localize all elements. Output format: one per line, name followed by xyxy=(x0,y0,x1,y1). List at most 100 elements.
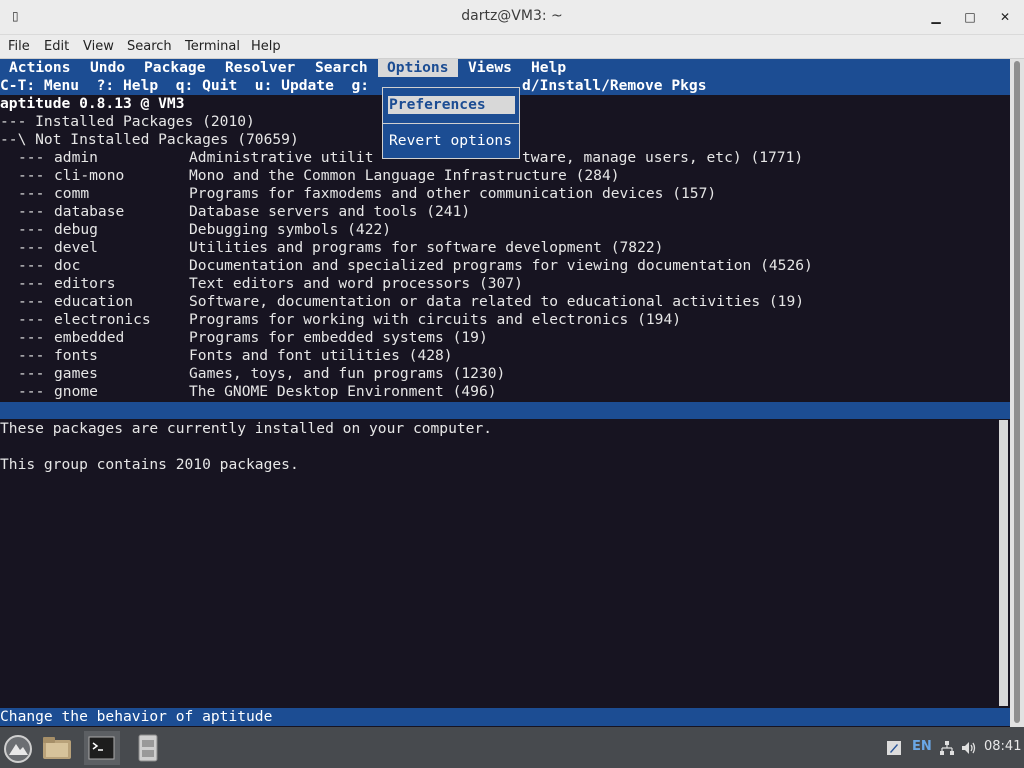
aptitude-menu-package[interactable]: Package xyxy=(144,59,206,77)
terminal-scrollbar[interactable] xyxy=(1010,59,1024,727)
maximize-button[interactable]: □ xyxy=(961,8,979,26)
aptitude-menu-undo[interactable]: Undo xyxy=(90,59,125,77)
section-desc: Utilities and programs for software deve… xyxy=(189,239,664,256)
section-desc: Administrative utilit xyxy=(189,149,374,166)
network-icon[interactable] xyxy=(939,740,955,756)
menu-item-preferences[interactable]: Preferences xyxy=(388,96,515,114)
section-name: cli-mono xyxy=(54,167,125,184)
terminal-screen[interactable]: Actions Undo Package Resolver Search Opt… xyxy=(0,59,1010,727)
list-item[interactable]: --- doc Documentation and specialized pr… xyxy=(0,257,1010,275)
menu-search[interactable]: Search xyxy=(127,39,172,54)
app-menu-icon xyxy=(4,735,32,763)
input-method-icon[interactable] xyxy=(886,740,902,756)
aptitude-menu-views[interactable]: Views xyxy=(468,59,512,77)
list-item[interactable]: --- electronics Programs for working wit… xyxy=(0,311,1010,329)
section-desc: Text editors and word processors (307) xyxy=(189,275,523,292)
list-item[interactable]: --- gnome The GNOME Desktop Environment … xyxy=(0,383,1010,401)
list-item[interactable]: --- embedded Programs for embedded syste… xyxy=(0,329,1010,347)
close-button[interactable]: ✕ xyxy=(996,8,1014,26)
tree-prefix: --- xyxy=(18,167,45,184)
terminal-menubar: File Edit View Search Terminal Help xyxy=(0,35,1024,59)
tree-prefix: --- xyxy=(18,365,45,382)
section-desc: Programs for embedded systems (19) xyxy=(189,329,488,346)
tree-prefix: --- xyxy=(18,203,45,220)
file-manager-button[interactable] xyxy=(40,731,76,765)
section-desc: Fonts and font utilities (428) xyxy=(189,347,453,364)
minimize-button[interactable]: ▁ xyxy=(927,8,945,26)
tree-prefix: --- xyxy=(18,239,45,256)
list-item[interactable]: --- database Database servers and tools … xyxy=(0,203,1010,221)
section-name: doc xyxy=(54,257,81,274)
clock[interactable]: 08:41 xyxy=(984,739,1021,754)
hints-text-tail: d/Install/Remove Pkgs xyxy=(522,77,707,94)
pane-divider[interactable] xyxy=(0,402,1010,419)
section-desc: Debugging symbols (422) xyxy=(189,221,392,238)
section-name: embedded xyxy=(54,329,125,346)
tree-prefix: --- xyxy=(18,347,45,364)
list-item[interactable]: --- fonts Fonts and font utilities (428) xyxy=(0,347,1010,365)
terminal-icon xyxy=(88,736,115,760)
info-package-count: This group contains 2010 packages. xyxy=(0,456,299,473)
window-titlebar[interactable]: ▯ dartz@VM3: ~ ▁ □ ✕ xyxy=(0,0,1024,35)
menu-edit[interactable]: Edit xyxy=(44,39,69,54)
tree-prefix: --- xyxy=(18,257,45,274)
list-item[interactable]: --- comm Programs for faxmodems and othe… xyxy=(0,185,1010,203)
section-name: electronics xyxy=(54,311,151,328)
terminal-taskbar-button[interactable] xyxy=(84,731,120,765)
folder-icon xyxy=(43,737,71,759)
tree-prefix: --- xyxy=(18,221,45,238)
section-name: comm xyxy=(54,185,90,202)
cabinet-icon xyxy=(138,734,158,762)
list-item[interactable]: --- cli-mono Mono and the Common Languag… xyxy=(0,167,1010,185)
section-desc-tail: tware, manage users, etc) (1771) xyxy=(522,149,804,166)
aptitude-menu-search[interactable]: Search xyxy=(315,59,368,77)
tree-prefix: --- xyxy=(18,293,45,310)
aptitude-menu-help[interactable]: Help xyxy=(531,59,566,77)
section-name: fonts xyxy=(54,347,98,364)
section-desc: Database servers and tools (241) xyxy=(189,203,471,220)
list-item[interactable]: --- games Games, toys, and fun programs … xyxy=(0,365,1010,383)
options-dropdown-menu: Preferences Revert options xyxy=(382,87,520,159)
section-desc: Documentation and specialized programs f… xyxy=(189,257,813,274)
window-title: dartz@VM3: ~ xyxy=(461,8,563,24)
section-name: devel xyxy=(54,239,98,256)
list-item[interactable]: --- devel Utilities and programs for sof… xyxy=(0,239,1010,257)
start-menu-button[interactable] xyxy=(2,731,38,765)
section-name: database xyxy=(54,203,125,220)
section-name: editors xyxy=(54,275,116,292)
section-desc: Software, documentation or data related … xyxy=(189,293,805,310)
archive-manager-button[interactable] xyxy=(130,731,166,765)
info-pane-scrollbar[interactable] xyxy=(999,420,1008,706)
aptitude-menu-actions[interactable]: Actions xyxy=(9,59,71,77)
section-name: education xyxy=(54,293,134,310)
section-desc: The GNOME Desktop Environment (496) xyxy=(189,383,497,400)
menu-separator xyxy=(383,123,519,124)
hints-text: C-T: Menu ?: Help q: Quit u: Update g: xyxy=(0,77,370,94)
volume-icon[interactable] xyxy=(961,740,978,756)
aptitude-menubar: Actions Undo Package Resolver Search Opt… xyxy=(0,59,1010,77)
section-name: admin xyxy=(54,149,98,166)
aptitude-menu-resolver[interactable]: Resolver xyxy=(225,59,295,77)
menu-item-revert-options[interactable]: Revert options xyxy=(388,132,515,150)
menu-terminal[interactable]: Terminal xyxy=(185,39,240,54)
menu-file[interactable]: File xyxy=(8,39,30,54)
aptitude-menu-options[interactable]: Options xyxy=(378,59,458,77)
menu-view[interactable]: View xyxy=(83,39,114,54)
menu-help[interactable]: Help xyxy=(251,39,281,54)
tree-prefix: --- xyxy=(18,383,45,400)
taskbar: EN 08:41 xyxy=(0,727,1024,768)
scrollbar-thumb[interactable] xyxy=(1014,61,1020,723)
info-description: These packages are currently installed o… xyxy=(0,420,493,437)
tree-prefix: --- xyxy=(18,311,45,328)
section-desc: Mono and the Common Language Infrastruct… xyxy=(189,167,620,184)
section-desc: Games, toys, and fun programs (1230) xyxy=(189,365,506,382)
section-desc: Programs for faxmodems and other communi… xyxy=(189,185,717,202)
section-name: gnome xyxy=(54,383,98,400)
keyboard-layout-indicator[interactable]: EN xyxy=(912,739,932,754)
list-item[interactable]: --- editors Text editors and word proces… xyxy=(0,275,1010,293)
tree-prefix: --- xyxy=(18,275,45,292)
status-line: Change the behavior of aptitude xyxy=(0,708,1010,726)
list-item[interactable]: --- debug Debugging symbols (422) xyxy=(0,221,1010,239)
list-item[interactable]: --- education Software, documentation or… xyxy=(0,293,1010,311)
tree-prefix: --- xyxy=(18,185,45,202)
